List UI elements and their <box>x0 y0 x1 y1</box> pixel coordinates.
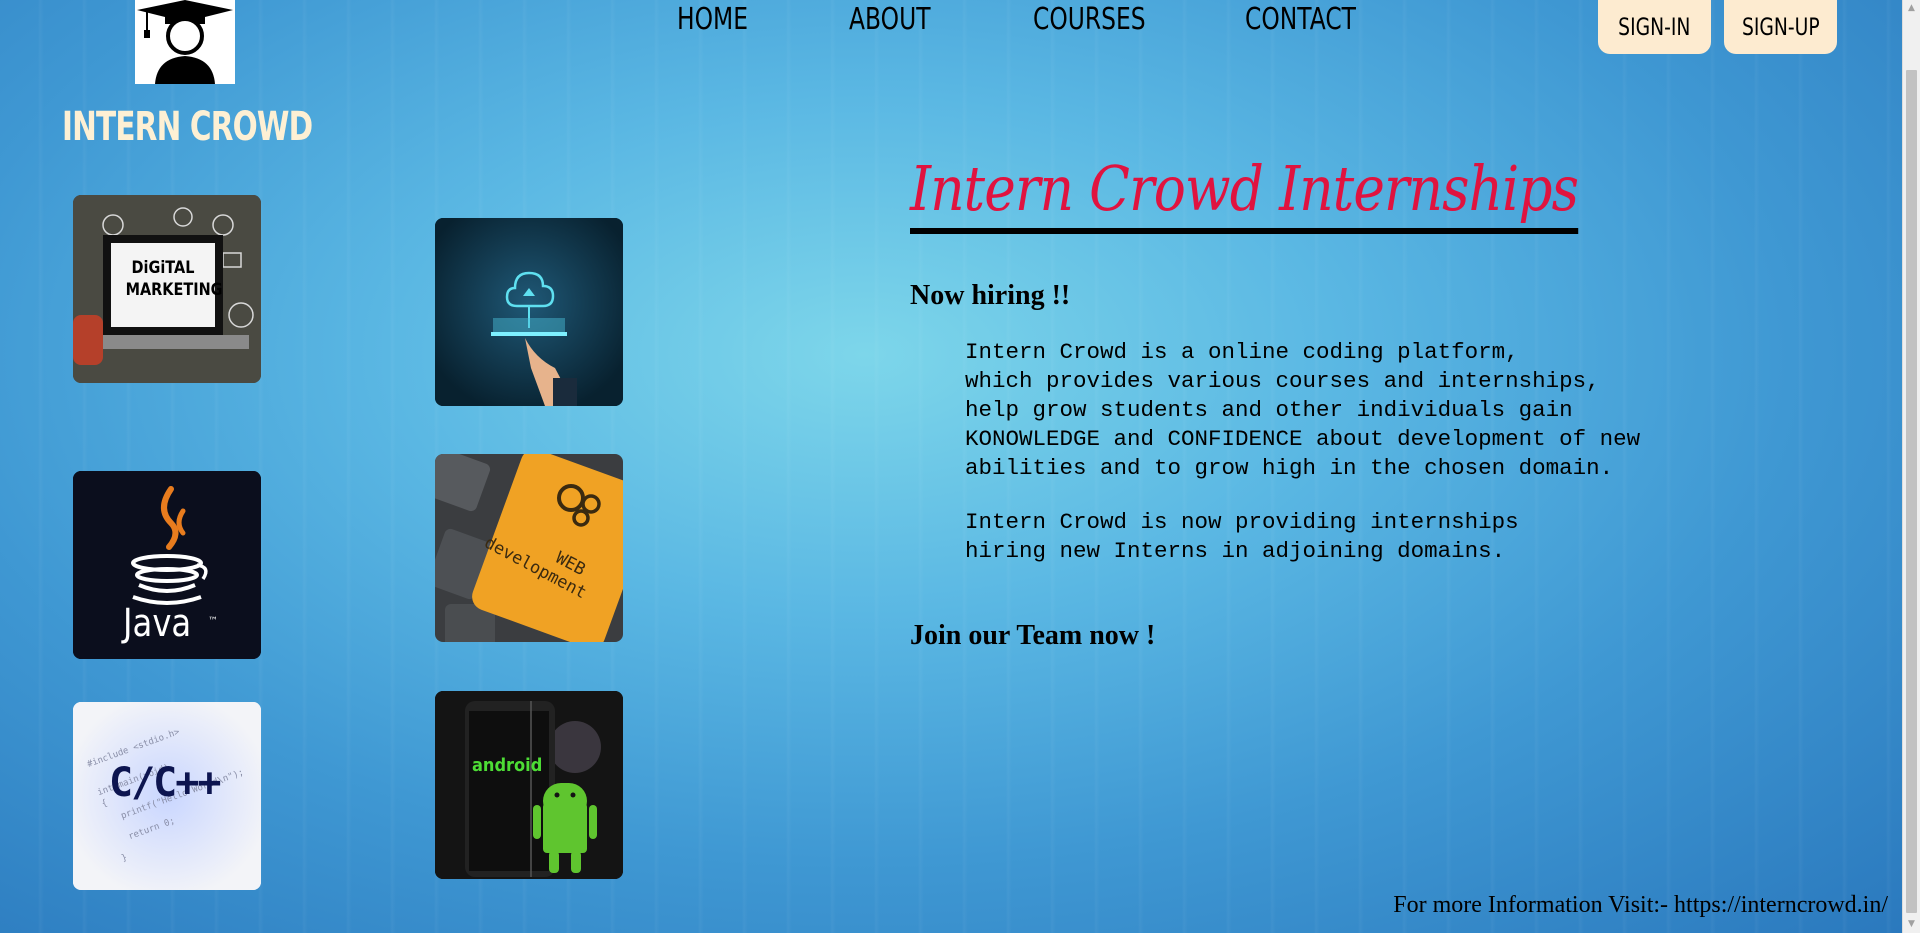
course-tile-digital-marketing[interactable]: DiGiTAL MARKETING <box>73 195 261 383</box>
course-tile-java[interactable]: Java ™ <box>73 471 261 659</box>
sign-up-button[interactable]: SIGN-UP <box>1724 0 1837 54</box>
footer-info: For more Information Visit:- https://int… <box>1393 892 1888 918</box>
course-tile-cloud[interactable] <box>435 218 623 406</box>
android-robot-icon <box>435 691 623 879</box>
c-cpp-label: C/C++ <box>109 760 221 806</box>
sign-up-label: SIGN-UP <box>1741 13 1820 41</box>
scrollbar-thumb[interactable] <box>1906 70 1917 913</box>
android-label: android <box>472 755 543 776</box>
course-tile-android[interactable]: android <box>435 691 623 879</box>
keyboard-gears-icon <box>435 454 623 642</box>
course-tile-web-development[interactable]: WEB development <box>435 454 623 642</box>
scroll-down-arrow-icon[interactable]: ▼ <box>1903 916 1920 933</box>
digital-marketing-label: DiGiTAL MARKETING <box>125 258 223 300</box>
nav-contact[interactable]: CONTACT <box>1245 0 1356 40</box>
graduate-cap-avatar-icon <box>137 0 233 84</box>
page-title: Intern Crowd Internships <box>910 150 1579 234</box>
now-hiring-heading: Now hiring !! <box>910 280 1071 311</box>
brand-name: INTERN CROWD <box>62 104 313 150</box>
course-tile-c-cpp[interactable]: #include <stdio.h> int main(void) { prin… <box>73 702 261 890</box>
sign-in-label: SIGN-IN <box>1618 13 1691 41</box>
cloud-upload-icon <box>435 218 623 406</box>
nav-courses[interactable]: COURSES <box>1033 0 1146 40</box>
page-scrollbar[interactable]: ▲ ▼ <box>1902 0 1920 933</box>
about-paragraph: Intern Crowd is a online coding platform… <box>965 339 1641 481</box>
nav-home[interactable]: HOME <box>677 0 748 40</box>
sign-in-button[interactable]: SIGN-IN <box>1598 0 1711 54</box>
java-label: Java <box>123 601 192 645</box>
scroll-up-arrow-icon[interactable]: ▲ <box>1903 0 1920 17</box>
logo[interactable] <box>135 0 235 84</box>
java-tm: ™ <box>208 616 218 627</box>
nav-about[interactable]: ABOUT <box>849 0 930 40</box>
join-team-heading: Join our Team now ! <box>910 620 1156 651</box>
hiring-paragraph: Intern Crowd is now providing internship… <box>965 509 1519 564</box>
